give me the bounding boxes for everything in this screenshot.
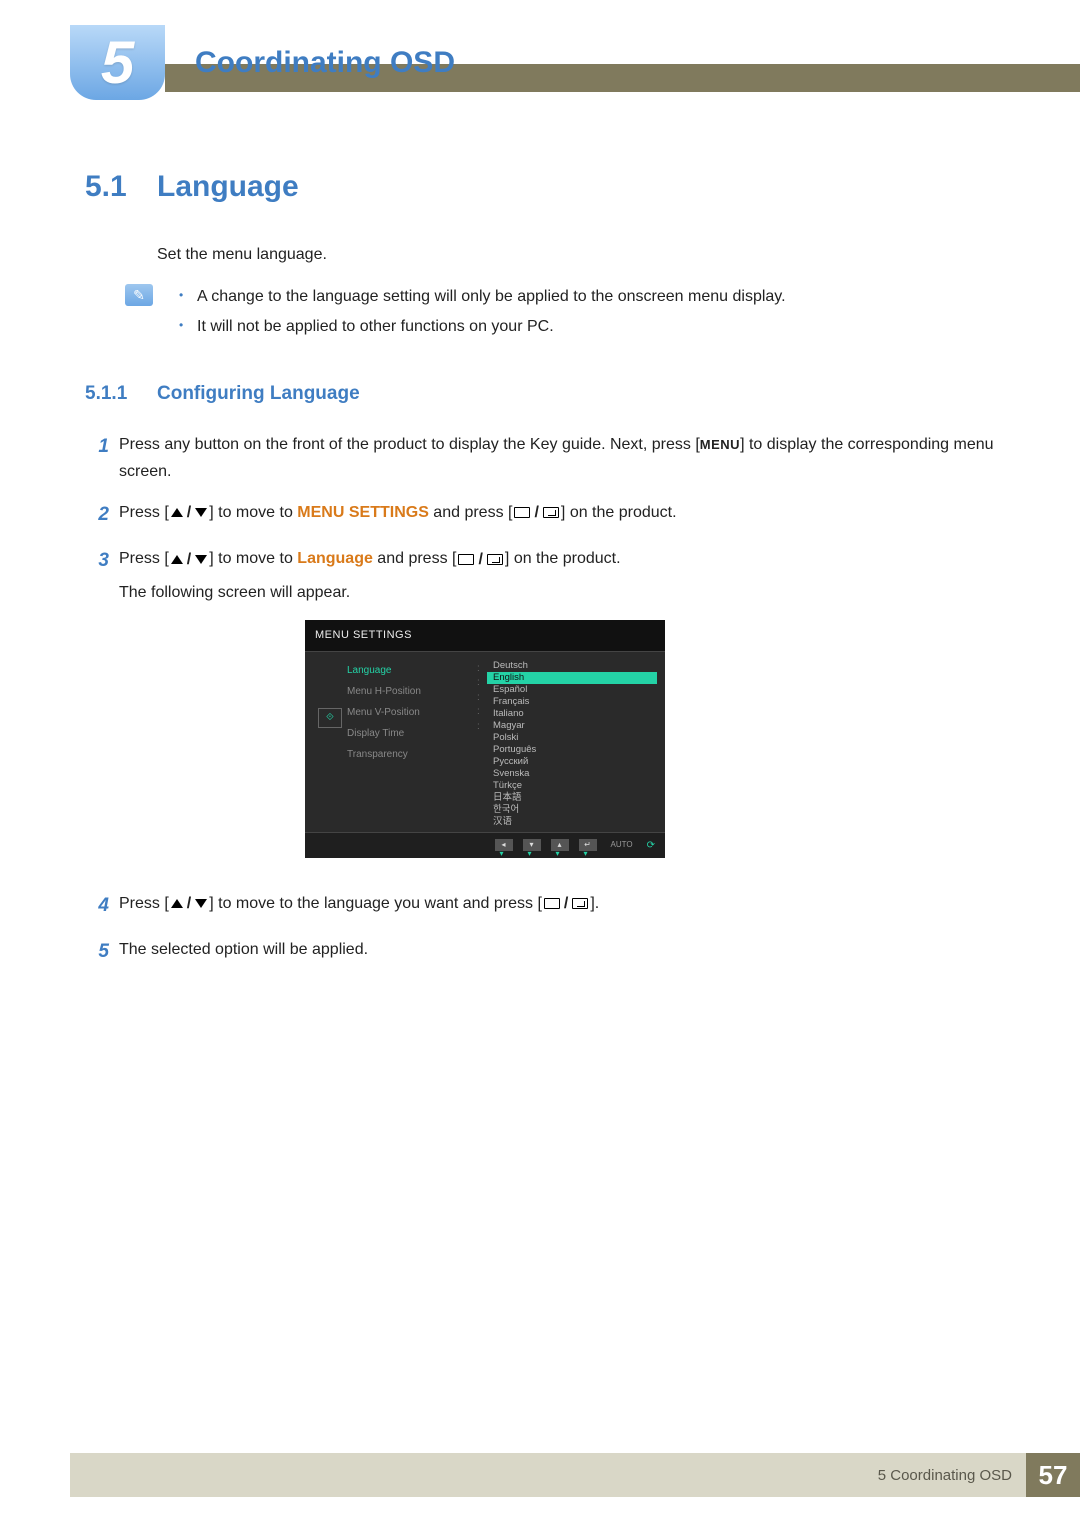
osd-language-item: Deutsch xyxy=(487,660,657,672)
osd-nav-down-icon: ▾ xyxy=(523,839,541,851)
steps-list: 1 Press any button on the front of the p… xyxy=(85,431,995,969)
step-body: Press [/] to move to MENU SETTINGS and p… xyxy=(119,499,995,531)
osd-menu-item: Display Time xyxy=(347,723,477,744)
step-4: 4 Press [/] to move to the language you … xyxy=(85,890,995,922)
section-title: Language xyxy=(157,170,299,204)
step-3: 3 Press [/] to move to Language and pres… xyxy=(85,545,995,875)
osd-body: ⟐ Language Menu H-Position Menu V-Positi… xyxy=(305,652,665,832)
note-item: A change to the language setting will on… xyxy=(179,282,786,312)
subsection-heading: 5.1.1 Configuring Language xyxy=(85,383,995,405)
osd-language-item: Magyar xyxy=(487,720,657,732)
osd-language-list: DeutschEnglishEspañolFrançaisItalianoMag… xyxy=(487,660,657,828)
step-text: and press [ xyxy=(429,504,513,521)
osd-language-item: Svenska xyxy=(487,768,657,780)
osd-language-item: Русский xyxy=(487,756,657,768)
note-item: It will not be applied to other function… xyxy=(179,312,786,342)
step-text: ] to move to xyxy=(209,550,297,567)
osd-nav-back-icon: ◂ xyxy=(495,839,513,851)
osd-language-item: English xyxy=(487,672,657,684)
osd-separator: ::::: xyxy=(477,660,487,828)
step-1: 1 Press any button on the front of the p… xyxy=(85,431,995,485)
source-enter-icon: / xyxy=(544,890,588,917)
section-intro: Set the menu language. xyxy=(157,246,995,264)
up-down-icon: / xyxy=(171,499,207,526)
step-text: and press [ xyxy=(373,550,457,567)
osd-language-item: Türkçe xyxy=(487,780,657,792)
step-number: 4 xyxy=(85,890,119,922)
language-label: Language xyxy=(297,550,373,567)
step-number: 3 xyxy=(85,545,119,875)
note-block: ✎ A change to the language setting will … xyxy=(125,282,995,343)
step-text: Press any button on the front of the pro… xyxy=(119,436,700,453)
step-2: 2 Press [/] to move to MENU SETTINGS and… xyxy=(85,499,995,531)
step-body: Press [/] to move to Language and press … xyxy=(119,545,995,875)
osd-language-item: Français xyxy=(487,696,657,708)
step-text: Press [ xyxy=(119,504,169,521)
chapter-title-bar: Coordinating OSD xyxy=(165,25,1080,100)
step-text: Press [ xyxy=(119,895,169,912)
chapter-number: 5 xyxy=(101,28,134,97)
osd-language-item: 한국어 xyxy=(487,804,657,816)
source-enter-icon: / xyxy=(514,499,558,526)
osd-menu-item: Menu H-Position xyxy=(347,681,477,702)
osd-menu-item: Language xyxy=(347,660,477,681)
chapter-number-tab: 5 xyxy=(70,25,165,100)
osd-sidebar: ⟐ xyxy=(313,660,347,828)
step-number: 5 xyxy=(85,936,119,968)
source-enter-icon: / xyxy=(458,546,502,573)
osd-title: MENU SETTINGS xyxy=(305,620,665,652)
osd-menu-item: Transparency xyxy=(347,744,477,765)
chapter-header: 5 Coordinating OSD xyxy=(70,25,1080,100)
chapter-title: Coordinating OSD xyxy=(195,46,455,80)
osd-power-icon: ⟳ xyxy=(647,837,655,854)
screen-appear-text: The following screen will appear. xyxy=(119,579,995,606)
page-footer: 5 Coordinating OSD 57 xyxy=(70,1453,1080,1497)
osd-language-item: Italiano xyxy=(487,708,657,720)
page-number: 57 xyxy=(1026,1453,1080,1497)
subsection-title: Configuring Language xyxy=(157,383,360,405)
step-text: ] to move to the language you want and p… xyxy=(209,895,542,912)
note-icon: ✎ xyxy=(125,284,153,306)
menu-button-label: MENU xyxy=(700,437,740,452)
osd-footer: ◂ ▾ ▴ ↵ AUTO ⟳ xyxy=(305,832,665,858)
subsection-number: 5.1.1 xyxy=(85,383,157,405)
osd-menu-item: Menu V-Position xyxy=(347,702,477,723)
osd-language-item: Polski xyxy=(487,732,657,744)
note-list: A change to the language setting will on… xyxy=(179,282,786,343)
page-content: 5.1 Language Set the menu language. ✎ A … xyxy=(85,170,995,982)
osd-screenshot: MENU SETTINGS ⟐ Language Menu H-Position… xyxy=(305,620,665,858)
section-heading: 5.1 Language xyxy=(85,170,995,204)
step-text: ]. xyxy=(590,895,599,912)
osd-nav-enter-icon: ↵ xyxy=(579,839,597,851)
step-text: ] to move to xyxy=(209,504,297,521)
osd-menu-list: Language Menu H-Position Menu V-Position… xyxy=(347,660,477,828)
step-number: 2 xyxy=(85,499,119,531)
osd-nav-up-icon: ▴ xyxy=(551,839,569,851)
menu-settings-label: MENU SETTINGS xyxy=(297,504,429,521)
step-number: 1 xyxy=(85,431,119,485)
osd-language-item: 日本語 xyxy=(487,792,657,804)
footer-breadcrumb: 5 Coordinating OSD xyxy=(70,1453,1026,1497)
step-text: Press [ xyxy=(119,550,169,567)
osd-language-item: Español xyxy=(487,684,657,696)
up-down-icon: / xyxy=(171,890,207,917)
step-text: ] on the product. xyxy=(561,504,677,521)
osd-category-icon: ⟐ xyxy=(318,708,342,728)
step-body: Press any button on the front of the pro… xyxy=(119,431,995,485)
step-body: Press [/] to move to the language you wa… xyxy=(119,890,995,922)
step-5: 5 The selected option will be applied. xyxy=(85,936,995,968)
osd-language-item: Português xyxy=(487,744,657,756)
step-body: The selected option will be applied. xyxy=(119,936,995,968)
osd-auto-label: AUTO xyxy=(607,838,637,852)
section-number: 5.1 xyxy=(85,170,157,204)
step-text: ] on the product. xyxy=(505,550,621,567)
osd-language-item: 汉语 xyxy=(487,816,657,828)
up-down-icon: / xyxy=(171,546,207,573)
